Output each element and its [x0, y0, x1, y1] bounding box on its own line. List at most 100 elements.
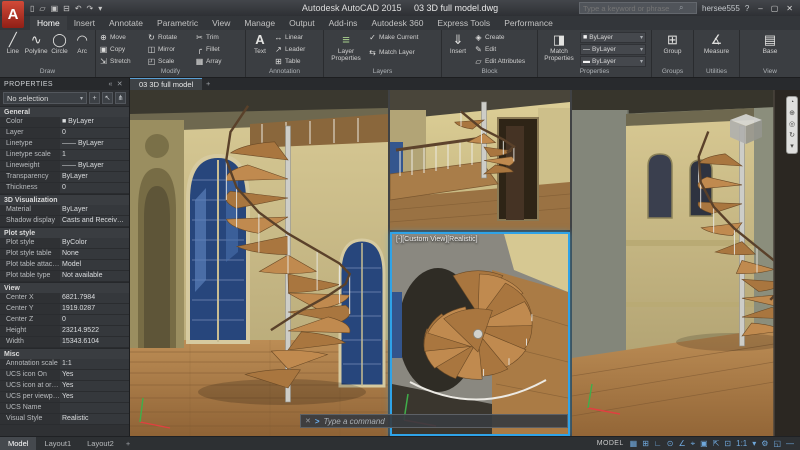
maximize-button[interactable]: ▢ [767, 4, 783, 13]
signin-user[interactable]: hersee555 [702, 4, 740, 13]
property-value[interactable]: Not available [60, 271, 129, 281]
layout-tab-model[interactable]: Model [0, 437, 37, 450]
ribbon-tab-insert[interactable]: Insert [67, 16, 102, 30]
property-value[interactable]: 15343.6104 [60, 337, 129, 347]
command-line-bar[interactable]: ✕ > Type a command [300, 414, 568, 428]
status-toggle-icon[interactable]: ⊡ [724, 439, 731, 449]
navbar-tool-icon[interactable]: ⊕ [789, 110, 795, 118]
minimize-button[interactable]: – [754, 4, 766, 13]
property-value[interactable]: ByColor [60, 238, 129, 248]
status-toggle-icon[interactable]: ⇱ [713, 439, 720, 449]
panel-title-groups[interactable]: Groups [652, 67, 693, 77]
property-value[interactable]: Model [60, 260, 129, 270]
annotation-tool-button[interactable]: ⊞ Table [274, 56, 305, 67]
search-icon[interactable]: ⌕ [679, 3, 683, 13]
selection-dropdown[interactable]: No selection ▾ [3, 92, 87, 104]
property-value[interactable]: Yes [60, 370, 129, 380]
panel-title-block[interactable]: Block [442, 67, 537, 77]
quick-access-icon[interactable]: ▯ [30, 4, 34, 13]
status-toggle-icon[interactable]: ▣ [700, 439, 708, 449]
panel-title-annotation[interactable]: Annotation [246, 67, 323, 77]
status-toggle-icon[interactable]: ⊙ [667, 439, 674, 449]
insert-button[interactable]: ⇓ Insert [445, 32, 471, 55]
layers-tool-button[interactable]: ✓ Make Current [368, 32, 418, 43]
property-value[interactable]: 1:1 [60, 359, 129, 369]
panel-title-view[interactable]: View [740, 67, 800, 77]
ribbon-tab-autodesk360[interactable]: Autodesk 360 [364, 16, 430, 30]
navbar-tool-icon[interactable]: ▾ [790, 143, 794, 151]
palette-autohide-icon[interactable]: « [106, 81, 114, 88]
match-properties-button[interactable]: ◨ Match Properties [541, 32, 577, 62]
block-tool-button[interactable]: ✎ Edit [474, 44, 525, 55]
section-header-general[interactable]: General [0, 106, 129, 117]
ribbon-tab-addins[interactable]: Add-ins [322, 16, 365, 30]
status-toggle-icon[interactable]: ⚙ [761, 439, 768, 449]
modify-tool-button[interactable]: ◰ Scale [147, 56, 193, 67]
ribbon-tab-output[interactable]: Output [282, 16, 322, 30]
draw-tool-button[interactable]: ∿ Polyline [25, 32, 48, 55]
draw-tool-button[interactable]: ◠ Arc [72, 32, 92, 55]
help-icon[interactable]: ? [745, 4, 749, 13]
group-button[interactable]: ⊞ Group [657, 32, 689, 55]
search-box[interactable]: ⌕ [579, 2, 698, 14]
panel-title-draw[interactable]: Draw [0, 67, 95, 77]
modify-tool-button[interactable]: ⊕ Move [99, 32, 145, 43]
viewport-right[interactable] [572, 90, 800, 436]
layout-tab-layout1[interactable]: Layout1 [36, 437, 79, 450]
navbar-tool-icon[interactable]: ◔ [790, 99, 794, 107]
property-value[interactable]: 6821.7984 [60, 293, 129, 303]
modify-tool-button[interactable]: ✂ Trim [195, 32, 241, 43]
status-toggle-icon[interactable]: ⌖ [691, 439, 696, 449]
command-input[interactable]: Type a command [324, 417, 385, 426]
ribbon-tab-manage[interactable]: Manage [237, 16, 282, 30]
viewport-active-selected[interactable]: [-][Custom View][Realistic] [390, 232, 570, 436]
viewport-top-middle[interactable] [390, 90, 570, 230]
quick-access-icon[interactable]: ↷ [87, 4, 94, 13]
layers-tool-button[interactable]: ⇆ Match Layer [368, 47, 418, 58]
close-button[interactable]: ✕ [782, 4, 797, 13]
property-value[interactable]: 0 [60, 315, 129, 325]
base-button[interactable]: ▤ Base [755, 32, 785, 55]
model-space-indicator[interactable]: MODEL [597, 440, 624, 447]
panel-title-utilities[interactable]: Utilities [694, 67, 739, 77]
draw-tool-button[interactable]: ╱ Line [3, 32, 23, 55]
palette-close-icon[interactable]: ✕ [115, 80, 125, 88]
status-toggle-icon[interactable]: ◱ [773, 439, 781, 449]
draw-tool-button[interactable]: ◯ Circle [50, 32, 70, 55]
bylayer-dropdown[interactable]: — ByLayer ▾ [580, 44, 646, 55]
quick-access-icon[interactable]: ▱ [39, 4, 45, 13]
status-toggle-icon[interactable]: ∟ [654, 439, 662, 449]
modify-tool-button[interactable]: ╭ Fillet [195, 44, 241, 55]
property-value[interactable]: 0 [60, 128, 129, 138]
property-value[interactable]: ■ ByLayer [60, 117, 129, 127]
app-logo[interactable]: A [2, 1, 24, 28]
layout-tab-layout2[interactable]: Layout2 [79, 437, 122, 450]
status-toggle-icon[interactable]: ∠ [678, 439, 685, 449]
property-value[interactable]: —— ByLayer [60, 161, 129, 171]
property-value[interactable]: None [60, 249, 129, 259]
section-header-view[interactable]: View [0, 282, 129, 293]
property-value[interactable]: ByLayer [60, 172, 129, 182]
navbar-tool-icon[interactable]: ↻ [789, 132, 795, 140]
quick-access-icon[interactable]: ▣ [51, 4, 59, 13]
property-value[interactable]: 23214.9522 [60, 326, 129, 336]
search-input[interactable] [583, 3, 680, 13]
property-value[interactable]: 1 [60, 150, 129, 160]
quick-access-icon[interactable]: ⊟ [63, 4, 70, 13]
navbar-tool-icon[interactable]: ◎ [789, 121, 795, 129]
property-value[interactable]: Realistic [60, 414, 129, 424]
quick-access-icon[interactable]: ↶ [75, 4, 82, 13]
property-value[interactable]: Yes [60, 392, 129, 402]
annotation-tool-button[interactable]: ↔ Linear [274, 32, 305, 43]
panel-title-properties[interactable]: Properties [538, 67, 651, 77]
ribbon-tab-performance[interactable]: Performance [497, 16, 560, 30]
property-value[interactable]: —— ByLayer [60, 139, 129, 149]
modify-tool-button[interactable]: ▦ Array [195, 56, 241, 67]
property-value[interactable]: Casts and Receives S... [60, 216, 129, 226]
property-value[interactable]: 0 [60, 183, 129, 193]
select-objects-icon[interactable]: ↖ [102, 92, 113, 104]
block-tool-button[interactable]: ◈ Create [474, 32, 525, 43]
property-value[interactable]: Yes [60, 381, 129, 391]
status-toggle-icon[interactable]: ▦ [630, 439, 638, 449]
layer-properties-button[interactable]: ≡ Layer Properties [327, 32, 365, 62]
